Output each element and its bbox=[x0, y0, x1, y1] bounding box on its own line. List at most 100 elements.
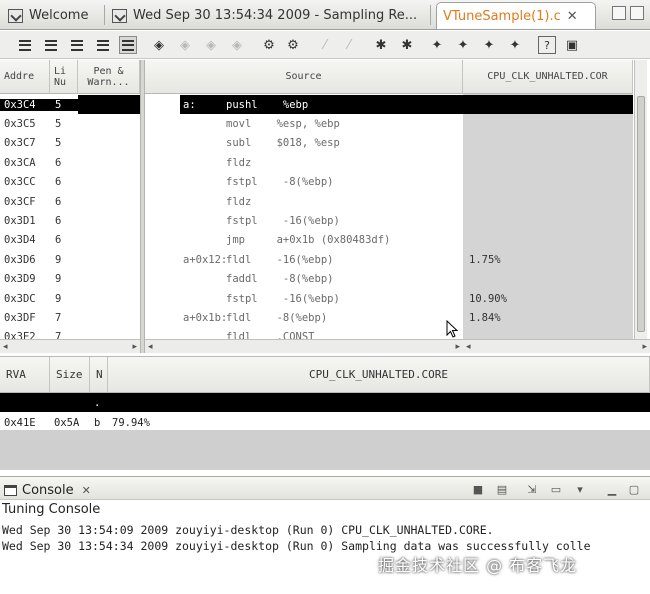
display-console-icon[interactable]: ▭ bbox=[548, 481, 564, 497]
tool-icon-6[interactable]: ⚙ bbox=[284, 36, 302, 54]
source-code: fldl -16(%ebp) bbox=[226, 253, 334, 266]
address-row[interactable]: 0x3C4 5 bbox=[0, 95, 140, 115]
view-asm-icon[interactable] bbox=[68, 36, 86, 54]
source-row[interactable]: fstpl -16(%ebp) bbox=[180, 211, 463, 230]
source-row[interactable]: faddl -8(%ebp) bbox=[180, 270, 463, 289]
source-row[interactable]: fstpl -8(%ebp) bbox=[180, 173, 463, 192]
col-header-n[interactable]: N bbox=[90, 357, 108, 393]
address-row[interactable]: 0x3CF 6 bbox=[0, 192, 140, 211]
event-hscrollbar[interactable]: ◂ ▸ bbox=[463, 339, 650, 353]
tab-sampling-results[interactable]: Wed Sep 30 13:54:34 2009 - Sampling Re..… bbox=[106, 2, 426, 29]
rva-row[interactable]: . bbox=[0, 393, 650, 412]
col-header-event[interactable]: CPU_CLK_UNHALTED.COR bbox=[463, 60, 633, 94]
event-cell bbox=[463, 173, 633, 192]
source-row[interactable]: movl %esp, %ebp bbox=[180, 114, 463, 133]
tool-icon-1[interactable]: ◈ bbox=[150, 36, 168, 54]
source-row[interactable]: a: pushl %ebp bbox=[180, 95, 463, 115]
view-source-icon[interactable] bbox=[42, 36, 60, 54]
address-hscrollbar[interactable]: ◂ ▸ bbox=[0, 339, 140, 353]
tool-icon-5[interactable]: ⚙ bbox=[260, 36, 278, 54]
address-row[interactable]: 0x3C7 5 bbox=[0, 134, 140, 153]
address-row[interactable]: 0x3DF 7 bbox=[0, 308, 140, 327]
tool-icon-7[interactable]: ⁄ bbox=[316, 36, 334, 54]
col-header-rva[interactable]: RVA bbox=[0, 357, 50, 393]
maximize-console-icon[interactable]: ▢ bbox=[626, 481, 642, 497]
clear-console-icon[interactable]: ▤ bbox=[494, 481, 510, 497]
close-tab-icon[interactable]: ✕ bbox=[567, 9, 578, 24]
penalty-cell bbox=[78, 114, 140, 133]
address-row[interactable]: 0x3D9 9 bbox=[0, 270, 140, 289]
view-active-icon[interactable] bbox=[119, 36, 137, 54]
source-hscrollbar[interactable]: ◂ ▸ bbox=[145, 339, 463, 353]
scroll-right-icon[interactable]: ▸ bbox=[455, 342, 460, 352]
tool-icon-11[interactable]: ✦ bbox=[428, 36, 446, 54]
source-code: movl %esp, %ebp bbox=[226, 118, 340, 131]
scroll-left-icon[interactable]: ◂ bbox=[3, 342, 8, 352]
col-header-penalty[interactable]: Pen & Warn... bbox=[78, 60, 140, 94]
tool-icon-14[interactable]: ✦ bbox=[506, 36, 524, 54]
tab-console[interactable]: Console ✕ bbox=[4, 480, 91, 500]
address-cell: 0x3DC bbox=[4, 292, 36, 305]
address-row[interactable]: 0x3D1 6 bbox=[0, 211, 140, 230]
source-row[interactable]: subl $018, %esp bbox=[180, 134, 463, 153]
open-console-icon[interactable]: ▾ bbox=[572, 481, 588, 497]
address-row[interactable]: 0x3DC 9 bbox=[0, 289, 140, 308]
address-row[interactable]: 0x3C5 5 bbox=[0, 114, 140, 133]
col-header-address[interactable]: Addre bbox=[0, 60, 50, 94]
address-row[interactable]: 0x3D6 9 bbox=[0, 250, 140, 269]
source-row[interactable]: fstpl -16(%ebp) bbox=[180, 289, 463, 308]
penalty-cell bbox=[78, 95, 140, 115]
help-icon[interactable]: ? bbox=[538, 36, 556, 54]
col-header-source[interactable]: Source bbox=[145, 60, 463, 94]
tool-icon-4[interactable]: ◈ bbox=[228, 36, 246, 54]
minimize-console-icon[interactable]: ▁ bbox=[604, 481, 620, 497]
col-header-event-core[interactable]: CPU_CLK_UNHALTED.CORE bbox=[108, 357, 650, 393]
maximize-icon[interactable] bbox=[630, 6, 644, 20]
scroll-right-icon[interactable]: ▸ bbox=[132, 342, 137, 352]
address-cell: 0x3CF bbox=[4, 195, 36, 208]
view-lines-icon[interactable] bbox=[16, 36, 34, 54]
scroll-thumb[interactable] bbox=[637, 96, 645, 332]
address-row[interactable]: 0x3D4 6 bbox=[0, 231, 140, 250]
line-cell: 6 bbox=[55, 176, 62, 189]
tool-icon-2[interactable]: ◈ bbox=[176, 36, 194, 54]
tool-icon-9[interactable]: ✱ bbox=[372, 36, 390, 54]
source-row[interactable]: jmp a+0x1b (0x80483df) bbox=[180, 231, 463, 250]
line-cell: 6 bbox=[55, 215, 62, 228]
scroll-left-icon[interactable]: ◂ bbox=[466, 342, 471, 352]
tool-icon-8[interactable]: ⁄ bbox=[340, 36, 358, 54]
penalty-cell bbox=[78, 211, 140, 230]
address-row[interactable]: 0x3CC 6 bbox=[0, 173, 140, 192]
event-vscrollbar[interactable] bbox=[634, 60, 647, 339]
source-code: fldz bbox=[226, 195, 252, 208]
tool-icon-13[interactable]: ✦ bbox=[480, 36, 498, 54]
address-cell: 0x3C7 bbox=[4, 137, 36, 150]
event-cell bbox=[463, 134, 633, 153]
source-row[interactable]: a+0x12: fldl -16(%ebp) bbox=[180, 250, 463, 269]
terminate-icon[interactable]: ■ bbox=[470, 481, 486, 497]
tool-icon-10[interactable]: ✱ bbox=[398, 36, 416, 54]
source-label: a+0x12: bbox=[183, 253, 228, 266]
source-row[interactable]: fldz bbox=[180, 192, 463, 211]
col-header-size[interactable]: Size bbox=[50, 357, 90, 393]
tool-icon-3[interactable]: ◈ bbox=[202, 36, 220, 54]
minimize-icon[interactable] bbox=[612, 6, 626, 20]
editor-tab-bar: Welcome Wed Sep 30 13:54:34 2009 - Sampl… bbox=[0, 0, 650, 30]
address-cell: 0x3CA bbox=[4, 156, 36, 169]
pin-console-icon[interactable]: ⇲ bbox=[524, 481, 540, 497]
scroll-right-icon[interactable]: ▸ bbox=[642, 342, 647, 352]
tool-icon-12[interactable]: ✦ bbox=[454, 36, 472, 54]
export-icon[interactable]: ▣ bbox=[563, 36, 581, 54]
close-console-icon[interactable]: ✕ bbox=[82, 484, 91, 497]
console-output[interactable]: Tuning Console Wed Sep 30 13:54:09 2009 … bbox=[0, 500, 650, 594]
address-row[interactable]: 0x3CA 6 bbox=[0, 153, 140, 172]
col-header-line[interactable]: Li Nu bbox=[50, 60, 78, 94]
source-row[interactable]: a+0x1b: fldl -8(%ebp) bbox=[180, 308, 463, 327]
view-mixed-icon[interactable] bbox=[94, 36, 112, 54]
event-pane: CPU_CLK_UNHALTED.COR 1.75% 10.90% 1.84% ◂ ▸ bbox=[463, 60, 650, 353]
tab-vtune-sample-source[interactable]: VTuneSample(1).c ✕ bbox=[436, 2, 596, 29]
results-tab-icon bbox=[112, 8, 127, 23]
scroll-left-icon[interactable]: ◂ bbox=[148, 342, 153, 352]
tab-welcome[interactable]: Welcome bbox=[2, 2, 102, 29]
source-row[interactable]: fldz bbox=[180, 153, 463, 172]
